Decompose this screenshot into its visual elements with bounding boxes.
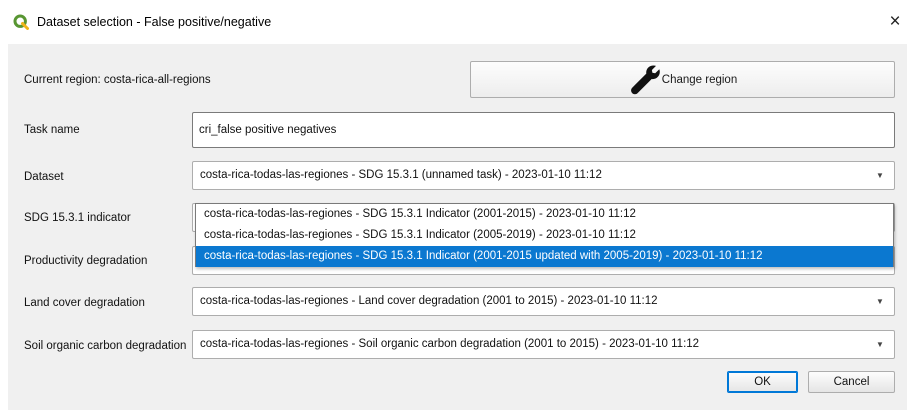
productivity-label: Productivity degradation bbox=[24, 255, 148, 267]
close-button[interactable]: × bbox=[884, 8, 906, 36]
change-region-button[interactable]: Change region bbox=[470, 61, 895, 98]
chevron-down-icon[interactable]: ▼ bbox=[872, 288, 888, 315]
current-region-label: Current region: costa-rica-all-regions bbox=[24, 74, 211, 86]
title-bar: Dataset selection - False positive/negat… bbox=[0, 0, 907, 44]
dataset-label: Dataset bbox=[24, 171, 64, 183]
chevron-down-icon[interactable]: ▼ bbox=[872, 331, 888, 358]
chevron-down-icon[interactable]: ▼ bbox=[872, 162, 888, 189]
window-title: Dataset selection - False positive/negat… bbox=[37, 15, 272, 29]
dropdown-option-selected[interactable]: costa-rica-todas-las-regiones - SDG 15.3… bbox=[196, 246, 893, 267]
dropdown-option[interactable]: costa-rica-todas-las-regiones - SDG 15.3… bbox=[196, 204, 893, 225]
dropdown-option[interactable]: costa-rica-todas-las-regiones - SDG 15.3… bbox=[196, 225, 893, 246]
land-cover-select[interactable]: costa-rica-todas-las-regiones - Land cov… bbox=[192, 287, 895, 316]
dataset-select-value: costa-rica-todas-las-regiones - SDG 15.3… bbox=[200, 169, 602, 181]
land-cover-label: Land cover degradation bbox=[24, 297, 145, 309]
land-cover-select-value: costa-rica-todas-las-regiones - Land cov… bbox=[200, 295, 658, 307]
qgis-logo-icon bbox=[13, 14, 29, 30]
cancel-button[interactable]: Cancel bbox=[808, 371, 895, 393]
ok-button[interactable]: OK bbox=[727, 371, 798, 393]
soil-carbon-select[interactable]: costa-rica-todas-las-regiones - Soil org… bbox=[192, 330, 895, 359]
task-name-label: Task name bbox=[24, 124, 80, 136]
dataset-select[interactable]: costa-rica-todas-las-regiones - SDG 15.3… bbox=[192, 161, 895, 190]
soil-carbon-label: Soil organic carbon degradation bbox=[24, 340, 187, 352]
wrench-icon bbox=[630, 65, 660, 94]
soil-carbon-select-value: costa-rica-todas-las-regiones - Soil org… bbox=[200, 338, 700, 350]
sdg-indicator-label: SDG 15.3.1 indicator bbox=[24, 212, 131, 224]
task-name-input[interactable] bbox=[192, 112, 895, 148]
sdg-indicator-dropdown-list: costa-rica-todas-las-regiones - SDG 15.3… bbox=[195, 203, 894, 267]
change-region-label: Change region bbox=[661, 73, 738, 86]
dataset-selection-dialog: Dataset selection - False positive/negat… bbox=[0, 0, 907, 410]
